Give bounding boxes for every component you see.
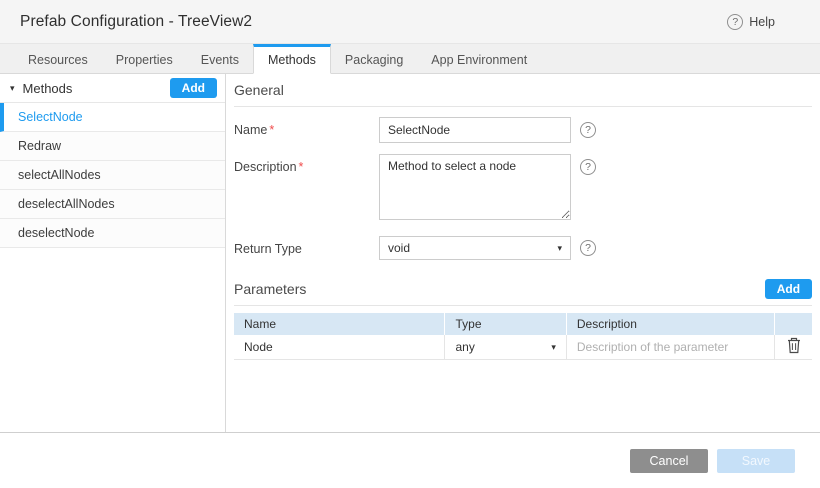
parameters-table-header-row: Name Type Description — [234, 313, 812, 335]
tab-properties[interactable]: Properties — [102, 44, 187, 74]
main-area: ▾ Methods Add SelectNode Redraw selectAl… — [0, 74, 820, 433]
cancel-button[interactable]: Cancel — [630, 449, 708, 473]
method-detail-panel: General Name* ? Description* Method to s… — [226, 74, 820, 432]
column-header-name: Name — [234, 313, 445, 335]
help-circle-icon: ? — [727, 14, 743, 30]
sidebar-item-deselectallnodes[interactable]: deselectAllNodes — [0, 190, 225, 219]
parameter-name-input[interactable] — [234, 336, 444, 359]
sidebar-item-deselectnode[interactable]: deselectNode — [0, 219, 225, 248]
description-textarea[interactable]: Method to select a node — [379, 154, 571, 220]
trash-icon — [787, 342, 801, 357]
add-method-button[interactable]: Add — [170, 78, 217, 98]
tab-methods[interactable]: Methods — [253, 44, 331, 74]
column-header-type: Type — [445, 313, 566, 335]
sidebar-section-label: Methods — [23, 81, 73, 96]
methods-sidebar: ▾ Methods Add SelectNode Redraw selectAl… — [0, 74, 226, 432]
divider — [234, 106, 812, 107]
tab-packaging[interactable]: Packaging — [331, 44, 417, 74]
return-type-select[interactable]: void ▾ — [379, 236, 571, 260]
tab-resources[interactable]: Resources — [14, 44, 102, 74]
save-button[interactable]: Save — [717, 449, 795, 473]
parameter-type-value: any — [455, 340, 474, 354]
help-label: Help — [749, 15, 775, 29]
delete-parameter-button[interactable] — [783, 335, 805, 359]
return-type-help-icon[interactable]: ? — [580, 240, 596, 256]
parameters-header: Parameters Add — [234, 279, 812, 299]
dropdown-arrow-icon: ▾ — [551, 342, 556, 353]
divider — [234, 305, 812, 306]
sidebar-item-selectnode[interactable]: SelectNode — [0, 103, 225, 132]
required-asterisk: * — [269, 123, 274, 137]
parameters-table: Name Type Description any — [234, 313, 812, 360]
parameters-section-heading: Parameters — [234, 281, 306, 297]
parameter-type-select[interactable]: any ▾ — [445, 336, 565, 359]
name-label: Name* — [234, 117, 379, 137]
prefab-configuration-dialog: Prefab Configuration - TreeView2 ? Help … — [0, 0, 820, 488]
tab-app-environment[interactable]: App Environment — [417, 44, 541, 74]
return-type-value: void — [388, 241, 410, 255]
dialog-footer: Cancel Save — [0, 433, 820, 488]
required-asterisk: * — [299, 160, 304, 174]
name-input[interactable] — [379, 117, 571, 143]
general-section-heading: General — [234, 82, 812, 98]
sidebar-item-redraw[interactable]: Redraw — [0, 132, 225, 161]
description-field-row: Description* Method to select a node ? — [234, 154, 812, 220]
column-header-description: Description — [566, 313, 774, 335]
tab-events[interactable]: Events — [187, 44, 253, 74]
dropdown-arrow-icon: ▾ — [557, 243, 562, 254]
parameter-row: any ▾ — [234, 335, 812, 360]
description-help-icon[interactable]: ? — [580, 159, 596, 175]
name-help-icon[interactable]: ? — [580, 122, 596, 138]
return-type-field-row: Return Type void ▾ ? — [234, 236, 812, 260]
help-button[interactable]: ? Help — [727, 14, 775, 30]
parameter-description-input[interactable] — [567, 336, 774, 359]
add-parameter-button[interactable]: Add — [765, 279, 812, 299]
sidebar-item-selectallnodes[interactable]: selectAllNodes — [0, 161, 225, 190]
chevron-down-icon[interactable]: ▾ — [10, 83, 15, 94]
return-type-label: Return Type — [234, 236, 379, 256]
name-field-row: Name* ? — [234, 117, 812, 143]
titlebar: Prefab Configuration - TreeView2 ? Help — [0, 0, 820, 44]
column-header-action — [774, 313, 812, 335]
description-label: Description* — [234, 154, 379, 174]
tab-bar: Resources Properties Events Methods Pack… — [0, 44, 820, 74]
page-title: Prefab Configuration - TreeView2 — [20, 13, 252, 31]
sidebar-header: ▾ Methods Add — [0, 74, 225, 103]
